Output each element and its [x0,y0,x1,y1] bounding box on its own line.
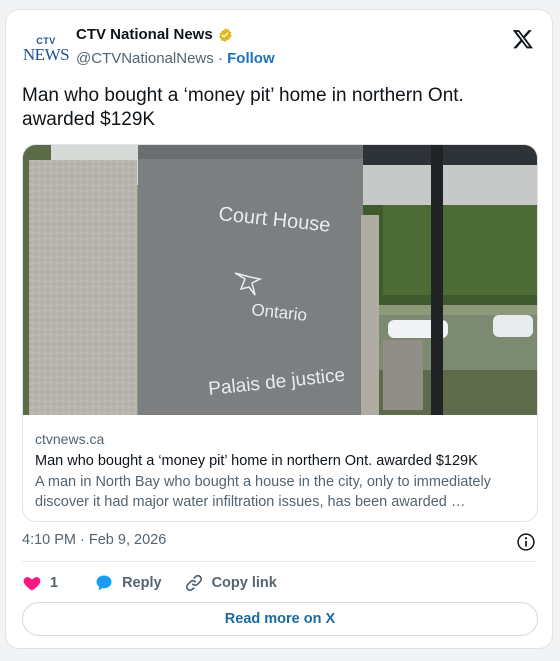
handle-row: @CTVNationalNews · Follow [76,50,275,67]
article-thumbnail-image: Court House Ontario Palais de justice [23,145,537,415]
like-button[interactable]: 1 [22,573,58,593]
tweet-timestamp[interactable]: 4:10 PM · Feb 9, 2026 [22,532,166,548]
link-preview-card[interactable]: Court House Ontario Palais de justice ct… [22,144,538,522]
avatar-logo-bottom: NEWS [22,44,70,64]
copy-link-label: Copy link [211,575,277,591]
follow-link[interactable]: Follow [227,50,275,67]
handle[interactable]: @CTVNationalNews [76,50,214,67]
heart-icon [23,577,41,591]
divider [22,561,536,562]
info-icon[interactable] [516,532,536,552]
display-name[interactable]: CTV National News [76,26,213,43]
separator: · [213,50,228,67]
link-icon [185,574,202,592]
like-count: 1 [50,575,59,591]
read-more-button[interactable]: Read more on X [22,602,538,636]
action-bar: 1 Reply Copy link [22,571,299,595]
reply-button[interactable]: Reply [94,573,162,593]
verified-gold-badge-icon [218,27,232,42]
tweet-text: Man who bought a ‘money pit’ home in nor… [22,85,464,130]
link-description: A man in North Bay who bought a house in… [35,474,491,510]
link-domain: ctvnews.ca [35,431,105,447]
link-meta: ctvnews.ca Man who bought a ‘money pit’ … [35,430,527,512]
speech-bubble-icon [96,575,112,591]
x-logo-icon[interactable] [512,28,534,50]
timestamp-row: 4:10 PM · Feb 9, 2026 [22,532,536,554]
tweet-header: CTV NEWS CTV National News @CTVNationalN… [22,24,536,72]
copy-link-button[interactable]: Copy link [184,573,277,593]
ctv-news-avatar[interactable]: CTV NEWS [22,30,70,70]
name-row: CTV National News [76,26,233,43]
reply-label: Reply [122,575,162,591]
tweet-embed-card: CTV NEWS CTV National News @CTVNationalN… [5,9,553,649]
link-title: Man who bought a ‘money pit’ home in nor… [35,453,478,469]
